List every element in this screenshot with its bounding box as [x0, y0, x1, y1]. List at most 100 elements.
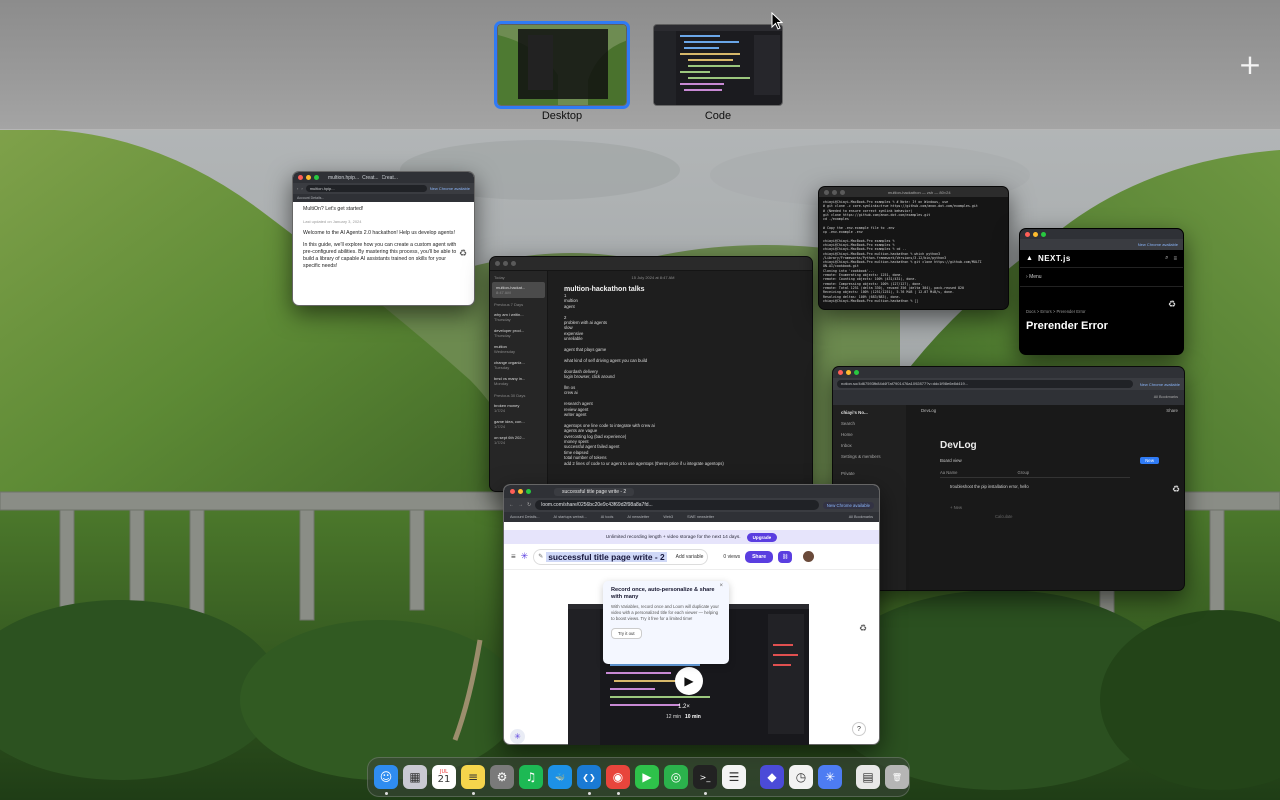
find-my-icon[interactable]: ◎	[664, 765, 688, 789]
docs-menu-toggle[interactable]: › Menu	[1020, 268, 1183, 287]
sidebar-item-inbox[interactable]: Inbox	[833, 440, 906, 451]
notion-page[interactable]: DevLog Share DevLog Board view New Aa Na…	[915, 405, 1184, 590]
bookmark-item[interactable]: AI tools	[601, 512, 614, 522]
minimize-dot-icon[interactable]	[306, 175, 311, 180]
add-space-button[interactable]: +	[1236, 51, 1264, 80]
zoom-dot-icon[interactable]	[840, 189, 845, 195]
close-dot-icon[interactable]	[824, 189, 829, 195]
search-icon[interactable]: ⌕	[1165, 255, 1168, 262]
share-button[interactable]: Share	[745, 550, 773, 563]
zoom-dot-icon[interactable]	[526, 489, 531, 494]
share-button[interactable]: Share	[1166, 408, 1178, 413]
note-editor[interactable]: 15 July 2024 at 8:47 AM multion-hackatho…	[564, 275, 802, 491]
notes-list-item[interactable]: why am i writin... Thursday	[490, 309, 547, 325]
new-button[interactable]: New	[1140, 457, 1159, 464]
breadcrumb[interactable]: Docs > Errors > Prerender Error	[1020, 287, 1183, 314]
breadcrumb[interactable]: DevLog	[921, 408, 936, 413]
help-button[interactable]: ?	[852, 722, 866, 736]
bookmark-item[interactable]: SWE newsletter	[687, 512, 714, 522]
chrome-update-badge[interactable]: New Chrome available	[822, 501, 874, 509]
chrome-window-multion[interactable]: multion.hpip... Creat... Creat... ‹ › mu…	[292, 171, 475, 306]
perplexity-icon[interactable]: ✳	[818, 765, 842, 789]
trash-icon[interactable]: 🗑	[885, 765, 909, 789]
calendar-icon[interactable]: JUL 21	[432, 765, 456, 789]
column-header-name[interactable]: Aa Name	[940, 470, 957, 475]
nextjs-logo[interactable]: NEXT.js	[1038, 254, 1071, 263]
minimize-dot-icon[interactable]	[1033, 231, 1038, 237]
address-bar[interactable]: multion.hpip...	[305, 185, 427, 192]
bookmarks-bar[interactable]: All Bookmarks	[833, 390, 1184, 405]
space-code-thumbnail[interactable]	[653, 24, 783, 106]
bookmark-item[interactable]: AI startups websit...	[554, 512, 587, 522]
sidebar-item-settings[interactable]: Settings & members	[833, 451, 906, 462]
finder-icon[interactable]: ☺	[374, 765, 398, 795]
workspace-switcher[interactable]: chiayi's No...	[833, 405, 906, 418]
close-dot-icon[interactable]	[298, 175, 303, 180]
sidebar-item-search[interactable]: Search	[833, 418, 906, 429]
close-dot-icon[interactable]	[838, 370, 843, 375]
chrome-window-nextjs[interactable]: New Chrome available ▲ NEXT.js ⌕ ≡ › Men…	[1019, 228, 1184, 355]
minimize-dot-icon[interactable]	[846, 370, 851, 375]
bookmark-item[interactable]: All Bookmarks	[849, 512, 879, 522]
notes-list-item[interactable]: multion-hackat... 8:47 AM	[492, 282, 545, 298]
loom-record-icon[interactable]: ✳	[510, 729, 525, 744]
reminders-icon[interactable]: ☰	[722, 765, 746, 789]
sidebar-item-home[interactable]: Home	[833, 429, 906, 440]
close-dot-icon[interactable]	[510, 489, 515, 494]
avatar[interactable]	[803, 551, 815, 562]
browser-tab[interactable]: multion.hpip...	[328, 175, 359, 181]
close-dot-icon[interactable]	[1025, 231, 1030, 237]
zoom-dot-icon[interactable]	[854, 370, 859, 375]
clock-icon[interactable]: ◷	[789, 765, 813, 789]
vscode-icon[interactable]: ❮❯	[577, 765, 601, 795]
notes-list-item[interactable]: developer prod... Thursday	[490, 325, 547, 341]
space-code[interactable]: Code	[653, 24, 783, 122]
bookmark-item[interactable]: AI newsletter	[627, 512, 649, 522]
minimize-dot-icon[interactable]	[832, 189, 837, 195]
notes-list-item[interactable]: broken money 1/7/24	[490, 400, 547, 416]
notes-list-item[interactable]: on sept 6th 202... 1/7/24	[490, 432, 547, 448]
column-header-group[interactable]: Group	[1017, 470, 1029, 475]
zoom-dot-icon[interactable]	[511, 261, 516, 266]
browser-tab[interactable]: Creat...	[362, 175, 378, 181]
bookmark-item[interactable]: Account Details...	[510, 512, 540, 522]
space-desktop[interactable]: Desktop	[494, 21, 630, 122]
back-icon[interactable]: ‹	[297, 186, 298, 191]
board-view-tab[interactable]: Board view	[940, 458, 962, 463]
notes-list-item[interactable]: game idea, con... 1/7/24	[490, 416, 547, 432]
minimize-dot-icon[interactable]	[503, 261, 508, 266]
add-variable-button[interactable]: Add variable	[676, 554, 704, 560]
zoom-dot-icon[interactable]	[1041, 231, 1046, 237]
chrome-icon[interactable]: ◉	[606, 765, 630, 795]
back-icon[interactable]: ←	[509, 502, 514, 508]
notes-window[interactable]: Today multion-hackat... 8:47 AM Previous 7 …	[489, 256, 813, 492]
chrome-update-badge[interactable]: New Chrome available	[1138, 242, 1178, 247]
add-row-button[interactable]: + New	[950, 505, 1184, 510]
reload-icon[interactable]: ↻	[527, 502, 531, 508]
close-dot-icon[interactable]	[495, 261, 500, 266]
recycle-icon[interactable]: ♻	[1172, 484, 1180, 495]
terminal-window[interactable]: multion-hackathon — zsh — 80×24 chiayi@C…	[818, 186, 1009, 310]
downloads-icon[interactable]: ▤	[856, 765, 880, 789]
calculate-button[interactable]: Calculate	[995, 514, 1184, 519]
shortcuts-icon[interactable]: ◆	[760, 765, 784, 789]
chrome-window-notion[interactable]: notion.so/4d67593fb84d4f7af7901476a10928…	[832, 366, 1185, 591]
close-icon[interactable]: ×	[719, 583, 723, 589]
play-button[interactable]: ▶	[675, 667, 703, 695]
address-bar[interactable]: loom.com/share/0256bc20e9c43f69d2f98a8a7…	[535, 500, 819, 510]
hamburger-icon[interactable]: ≡	[1173, 256, 1177, 262]
try-it-out-button[interactable]: Try it out	[611, 628, 642, 639]
bookmarks-bar[interactable]: Account Details...	[293, 194, 474, 202]
forward-icon[interactable]: ›	[301, 186, 302, 191]
chrome-update-badge[interactable]: New Chrome available	[430, 186, 470, 191]
facetime-icon[interactable]: ▶	[635, 765, 659, 789]
forward-icon[interactable]: →	[518, 502, 523, 508]
spotify-icon[interactable]: ♫	[519, 765, 543, 789]
table-row[interactable]: troubleshoot the pip installation error,…	[950, 484, 1184, 489]
title-field[interactable]: ✎ successful title page write - 2 Add va…	[533, 548, 709, 565]
space-desktop-thumbnail[interactable]	[494, 21, 630, 109]
notes-list-item[interactable]: change organiz... Tuesday	[490, 357, 547, 373]
video-title[interactable]: successful title page write - 2	[546, 551, 667, 562]
notes-icon[interactable]: ≡	[461, 765, 485, 795]
bookmark-item[interactable]: Web3	[663, 512, 673, 522]
